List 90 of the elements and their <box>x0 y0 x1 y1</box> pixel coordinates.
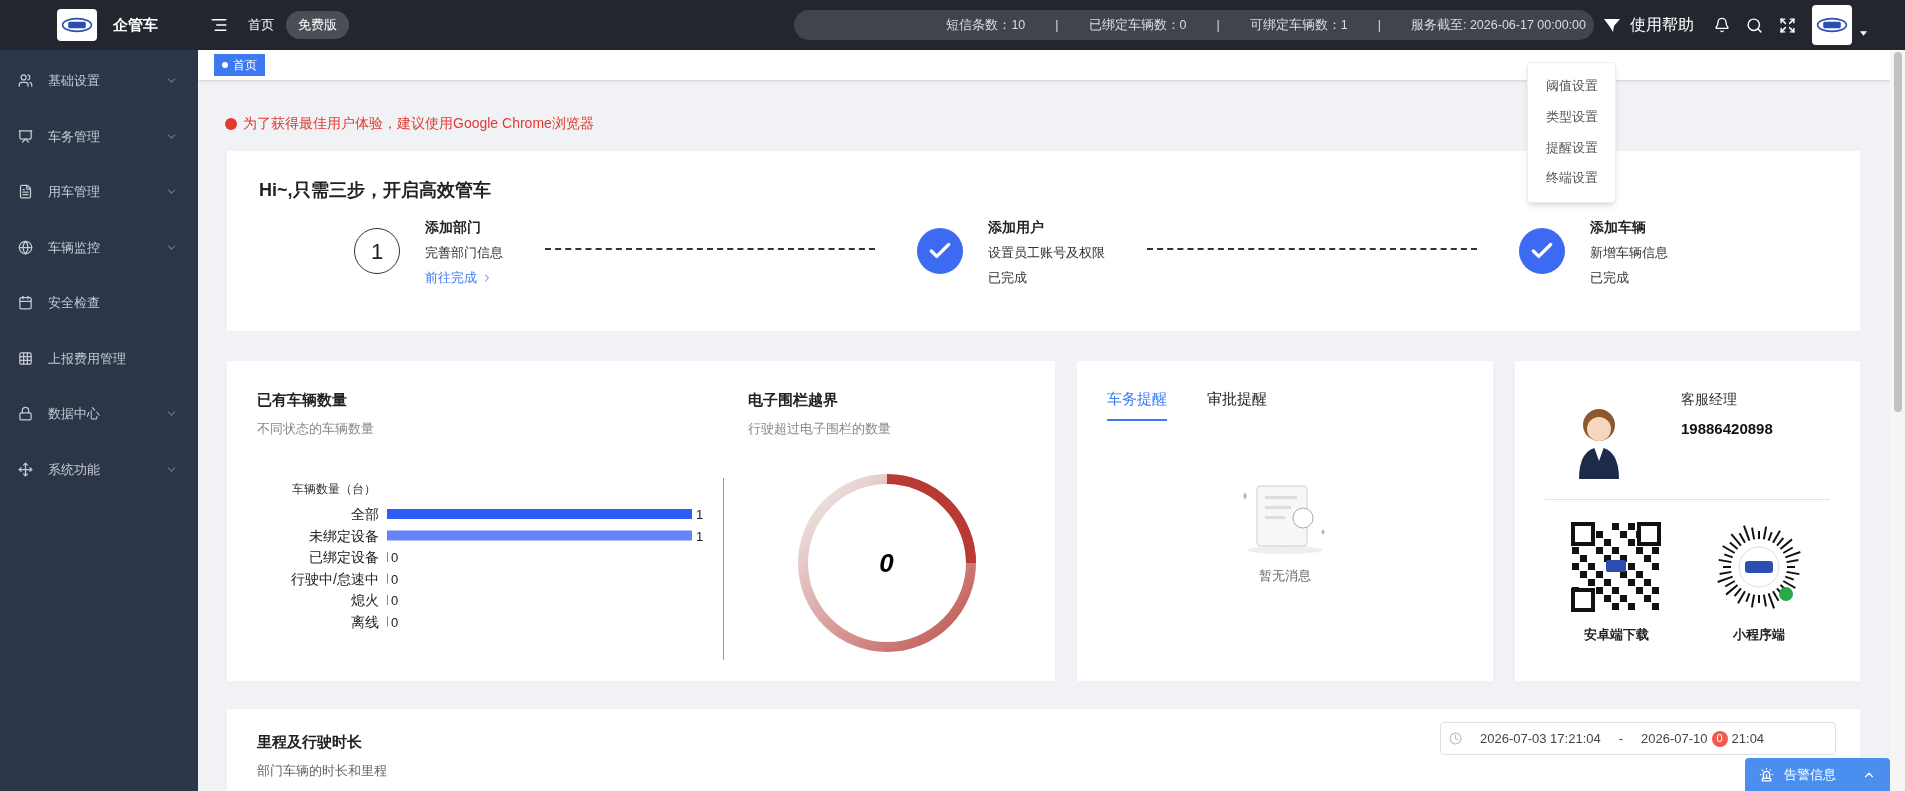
app-name: 企管车 <box>113 14 158 35</box>
end-time: 21:04 <box>1731 729 1765 748</box>
category-label: 已绑定设备 <box>309 549 379 566</box>
step-description: 设置员工账号及权限 <box>988 245 1105 263</box>
qr-code-icon <box>1571 522 1662 612</box>
browser-warning: 为了获得最佳用户体验，建议使用Google Chrome浏览器 <box>243 114 594 133</box>
fullscreen-icon[interactable] <box>1779 16 1796 34</box>
card-title: 电子围栏越界 <box>748 390 839 410</box>
step-status: 已完成 <box>988 270 1028 287</box>
sidebar-item[interactable]: 上报费用管理 <box>0 330 198 386</box>
scrollbar[interactable] <box>1890 50 1905 791</box>
sidebar-item[interactable]: 车辆监控 <box>0 219 198 275</box>
lock-icon <box>18 406 33 422</box>
card-title: 里程及行驶时长 <box>257 732 363 752</box>
value-label: 0 <box>391 571 399 587</box>
caret-icon[interactable] <box>1860 30 1867 36</box>
sidebar-item[interactable]: 数据中心 <box>0 386 198 442</box>
sidebar-item[interactable]: 系统功能 <box>0 441 198 497</box>
category-label: 未绑定设备 <box>309 527 379 544</box>
empty-message: 暂无消息 <box>1258 566 1312 585</box>
card-title: Hi~,只需三步，开启高效管车 <box>259 179 491 202</box>
globe-icon <box>18 239 33 255</box>
page-tab[interactable]: 首页 <box>214 54 265 76</box>
sidebar-item[interactable]: 用车管理 <box>0 164 198 220</box>
stat-text: 可绑定车辆数：1 <box>1249 16 1348 34</box>
category-label: 熄火 <box>351 592 379 609</box>
move-arrows-icon <box>18 461 33 477</box>
separator: | <box>1055 16 1059 34</box>
category-label: 离线 <box>351 613 379 630</box>
card-subtitle: 不同状态的车辆数量 <box>257 420 375 438</box>
complete-link[interactable]: 前往完成 <box>425 269 503 288</box>
code-label: 小程序端 <box>1732 627 1785 644</box>
code-label: 安卓端下载 <box>1583 626 1649 644</box>
document-icon <box>18 184 33 200</box>
presentation-icon <box>18 128 33 144</box>
menu-item[interactable]: 类型设置 <box>1528 101 1615 133</box>
stat-text: 已绑定车辆数：0 <box>1088 16 1187 34</box>
menu-item[interactable]: 阈值设置 <box>1528 71 1615 102</box>
reminder-tab[interactable]: 审批提醒 <box>1207 389 1267 421</box>
value-label: 1 <box>696 507 704 523</box>
chart-title: 车辆数量（台） <box>292 482 376 497</box>
warning-icon <box>225 117 237 130</box>
value-label: 0 <box>391 550 399 566</box>
start-date: 2026-07-03 17:21:04 <box>1480 729 1601 748</box>
help-link[interactable]: 使用帮助 <box>1630 13 1694 37</box>
menu-icon[interactable] <box>210 16 228 34</box>
reminder-tab[interactable]: 车务提醒 <box>1107 389 1167 421</box>
step-title: 添加部门 <box>425 219 482 237</box>
calendar-icon <box>18 295 33 311</box>
value-label: 0 <box>391 614 399 630</box>
notification-badge: 0 <box>1711 730 1728 747</box>
step-status: 已完成 <box>1590 270 1630 287</box>
card-subtitle: 部门车辆的时长和里程 <box>257 762 387 780</box>
step-title: 添加用户 <box>988 219 1045 237</box>
sidebar-item[interactable]: 基础设置 <box>0 53 198 109</box>
clock-icon <box>1449 732 1462 745</box>
end-date: 2026-07-10 <box>1641 729 1708 748</box>
stat-text: 服务截至: 2026-06-17 00:00:00 <box>1410 16 1586 34</box>
separator: | <box>1216 16 1220 34</box>
category-label: 行驶中/怠速中 <box>291 570 379 587</box>
gauge-value: 0 <box>879 550 894 577</box>
logo-icon <box>1812 5 1852 45</box>
home-link[interactable]: 首页 <box>248 15 274 35</box>
card-title: 已有车辆数量 <box>257 390 348 410</box>
separator: | <box>1377 16 1381 34</box>
siren-icon <box>1759 767 1774 782</box>
card-subtitle: 行驶超过电子围栏的数量 <box>748 420 892 438</box>
value-label: 1 <box>696 528 704 544</box>
stat-text: 短信条数：10 <box>946 16 1026 34</box>
value-label: 0 <box>391 593 399 609</box>
plan-badge: 免费版 <box>286 11 349 39</box>
step-title: 添加车辆 <box>1590 219 1647 237</box>
contact-role: 客服经理 <box>1681 390 1738 409</box>
bell-icon[interactable] <box>1714 17 1730 33</box>
menu-item[interactable]: 提醒设置 <box>1528 132 1615 164</box>
date-range-field[interactable]: 2026-07-03 17:21:04 - 2026-07-10 0 21:04 <box>1440 722 1836 755</box>
sidebar-item[interactable]: 安全检查 <box>0 275 198 331</box>
category-label: 全部 <box>351 506 379 523</box>
search-icon[interactable] <box>1746 16 1763 34</box>
step-description: 完善部门信息 <box>425 245 503 263</box>
check-icon <box>1519 228 1565 274</box>
contact-phone: 19886420898 <box>1681 419 1773 439</box>
menu-item[interactable]: 终端设置 <box>1528 163 1615 194</box>
grid-icon <box>18 350 33 366</box>
logo-icon <box>57 9 97 41</box>
step-description: 新增车辆信息 <box>1590 245 1668 263</box>
range-separator: - <box>1618 729 1624 748</box>
sidebar-item[interactable]: 车务管理 <box>0 108 198 164</box>
people-icon <box>18 73 33 89</box>
check-icon <box>917 228 963 274</box>
